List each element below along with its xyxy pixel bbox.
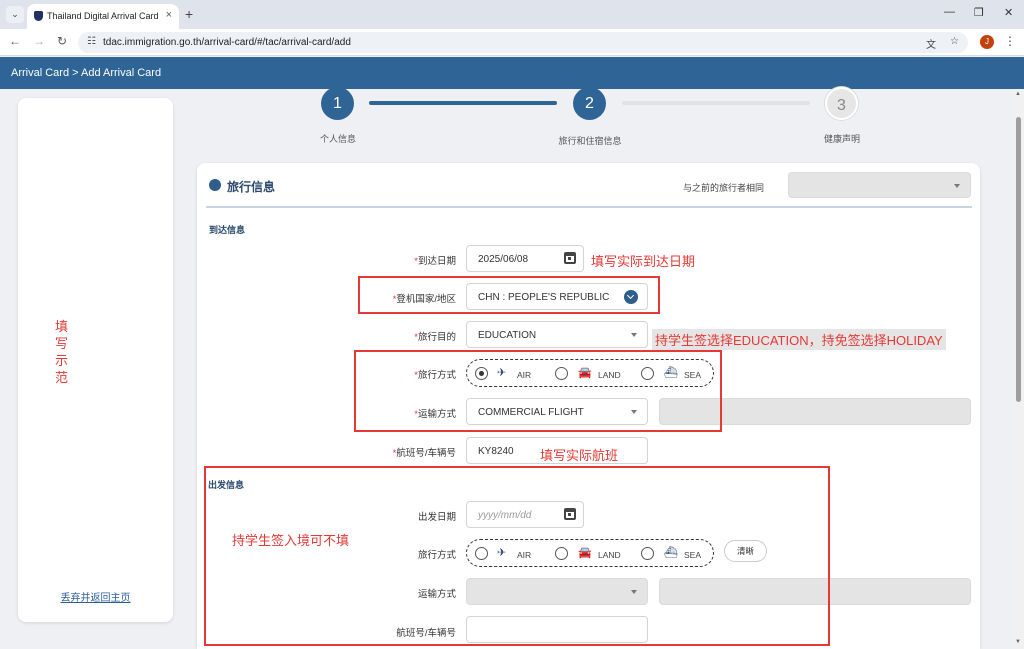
step-2-label: 旅行和住宿信息 [558,136,622,146]
url-text: tdac.immigration.go.th/arrival-card/#/ta… [103,37,351,48]
window-close-icon[interactable]: ✕ [1004,6,1013,19]
step-connector-1 [369,101,557,105]
forward-arrow-icon[interactable]: → [33,34,45,48]
site-info-icon[interactable]: ☷ [87,36,96,47]
page-scrollbar[interactable]: ▲ ▼ [1013,89,1024,649]
scroll-down-icon[interactable]: ▼ [1015,639,1021,645]
annotation-flight-note: 填写实际航班 [540,448,619,463]
annotation-box-boarding-country [358,276,660,314]
translate-icon[interactable]: 文 [926,36,936,51]
back-arrow-icon[interactable]: ← [9,34,21,48]
step-2-circle[interactable]: 2 [573,87,606,120]
step-1-circle[interactable]: 1 [321,87,354,120]
calendar-icon[interactable] [564,252,576,264]
app-header: Arrival Card > Add Arrival Card [0,57,1024,89]
tab-search-button[interactable]: ⌄ [6,6,24,23]
chevron-down-icon [954,184,960,188]
arrival-section-title: 到达信息 [209,225,246,235]
annotation-purpose-note: 持学生签选择EDUCATION，持免签选择HOLIDAY [652,329,946,350]
step-1-label: 个人信息 [319,134,356,144]
more-menu-icon[interactable]: ⋮ [1004,34,1016,48]
shield-favicon-icon [34,11,43,21]
left-panel: 填写示范 丢弃并返回主页 [18,98,173,622]
annotation-departure-note: 持学生签入境可不填 [232,533,350,548]
profile-avatar[interactable]: J [980,35,994,49]
same-as-previous-select[interactable] [788,172,971,198]
purpose-select[interactable]: EDUCATION [466,321,648,348]
step-connector-2 [622,101,810,105]
annotation-arrival-date-note: 填写实际到达日期 [591,254,696,269]
example-label: 填写示范 [55,319,69,385]
purpose-label: *旅行目的 [414,332,456,343]
arrival-date-label: *到达日期 [414,256,456,267]
reload-icon[interactable]: ↻ [57,34,67,48]
card-divider [206,206,972,208]
chevron-down-icon [631,333,637,337]
flight-number-label: *航班号/车辆号 [392,448,456,459]
scroll-up-icon[interactable]: ▲ [1015,91,1021,97]
tab-title: Thailand Digital Arrival Card [47,11,159,21]
annotation-box-departure [204,466,830,646]
same-as-previous-label: 与之前的旅行者相同 [683,183,765,193]
step-3-label: 健康声明 [823,134,860,144]
tab-close-icon[interactable]: × [166,9,172,21]
arrival-date-input[interactable]: 2025/06/08 [466,245,584,272]
restore-icon[interactable]: ❐ [974,6,984,19]
breadcrumb: Arrival Card > Add Arrival Card [11,67,162,79]
step-3-circle[interactable]: 3 [825,87,858,120]
globe-icon [209,179,221,191]
browser-tab[interactable]: Thailand Digital Arrival Card × [27,4,179,29]
new-tab-icon[interactable]: + [185,6,193,22]
url-input[interactable]: ☷ tdac.immigration.go.th/arrival-card/#/… [78,32,968,53]
browser-tab-bar: ⌄ Thailand Digital Arrival Card × + — ❐ … [0,0,1024,29]
minimize-icon[interactable]: — [944,6,955,18]
discard-return-link[interactable]: 丢弃并返回主页 [18,589,173,604]
address-bar: ← → ↻ ☷ tdac.immigration.go.th/arrival-c… [0,29,1024,56]
card-title: 旅行信息 [227,180,276,194]
annotation-box-travel-mode [354,350,722,432]
scrollbar-thumb[interactable] [1016,117,1021,402]
bookmark-star-icon[interactable]: ☆ [950,36,959,47]
